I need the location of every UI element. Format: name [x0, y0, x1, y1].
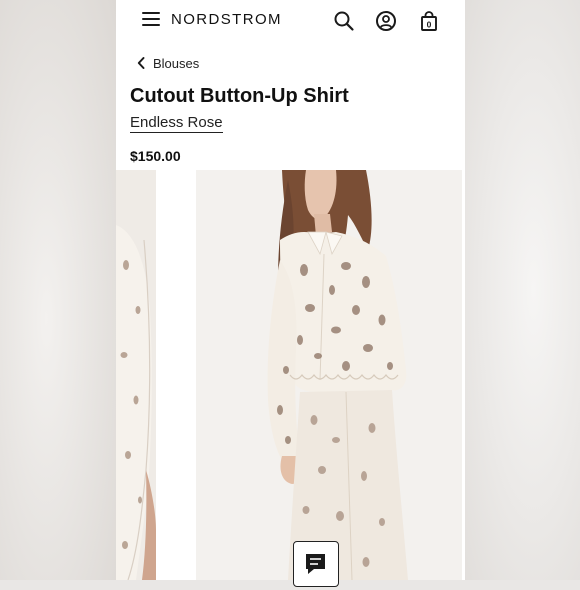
previous-product-photo[interactable]: [116, 170, 156, 580]
main-product-photo[interactable]: [196, 170, 462, 580]
image-gallery[interactable]: [116, 170, 465, 580]
chevron-left-icon: [137, 57, 145, 69]
blurred-backdrop-right: [464, 0, 580, 580]
mobile-screen: NORDSTROM 0 Blouses Cutout Button-Up Shi…: [116, 0, 465, 580]
chat-button[interactable]: [293, 541, 339, 587]
chat-icon: [306, 554, 325, 574]
product-title: Cutout Button-Up Shirt: [130, 85, 349, 107]
blurred-backdrop-left: [0, 0, 116, 580]
account-icon[interactable]: [375, 10, 397, 32]
product-price: $150.00: [130, 148, 181, 164]
bag-count: 0: [427, 20, 432, 30]
breadcrumb[interactable]: Blouses: [136, 55, 199, 71]
brand-link[interactable]: Endless Rose: [130, 114, 223, 133]
breadcrumb-label: Blouses: [153, 55, 200, 71]
search-icon[interactable]: [333, 10, 355, 32]
bag-icon[interactable]: 0: [418, 10, 440, 32]
menu-icon[interactable]: [142, 12, 160, 28]
site-header: NORDSTROM 0: [116, 0, 465, 42]
nordstrom-logo[interactable]: NORDSTROM: [171, 11, 282, 28]
